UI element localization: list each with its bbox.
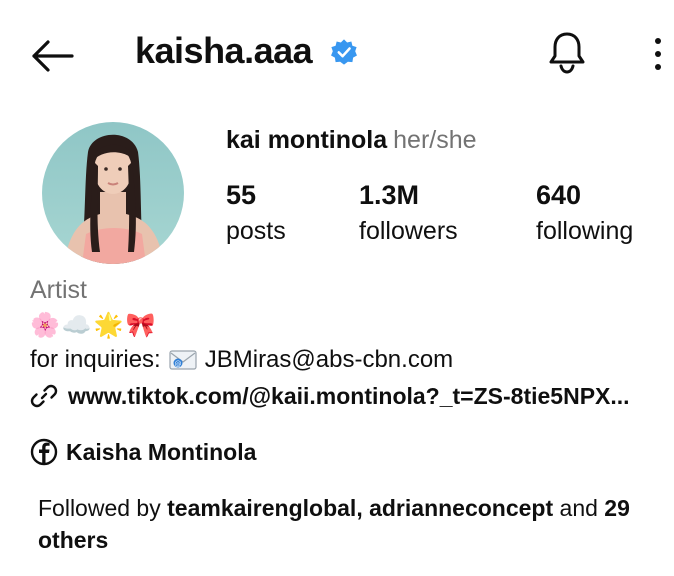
followed-by-line[interactable]: Followed by teamkairenglobal, adrianneco… bbox=[38, 492, 674, 524]
bio-link-text: www.tiktok.com/@kaii.montinola?_t=ZS-8ti… bbox=[68, 382, 630, 409]
full-name-text: kai montinola bbox=[226, 126, 388, 154]
bio-emoji-row: 🌸 ☁️ 🌟 🎀 bbox=[30, 311, 156, 340]
cloud-emoji: ☁️ bbox=[61, 312, 92, 339]
followers-stat[interactable]: 1.3M followers bbox=[359, 178, 458, 250]
link-icon bbox=[30, 384, 58, 408]
profile-full-name: kai montinola her/she bbox=[226, 126, 477, 155]
inquiry-prefix: for inquiries: bbox=[30, 346, 161, 373]
followed-by-count: 29 bbox=[604, 495, 630, 521]
facebook-icon bbox=[30, 438, 58, 466]
pronouns-text: her/she bbox=[393, 126, 477, 154]
envelope-icon: @ bbox=[169, 350, 197, 370]
cherry-blossom-emoji: 🌸 bbox=[30, 312, 60, 339]
ribbon-emoji: 🎀 bbox=[125, 312, 156, 339]
following-count: 640 bbox=[536, 180, 582, 210]
posts-count: 55 bbox=[226, 180, 257, 210]
more-vertical-icon bbox=[655, 38, 661, 70]
facebook-name: Kaisha Montinola bbox=[66, 438, 257, 465]
posts-label: posts bbox=[226, 217, 286, 245]
profile-category: Artist bbox=[30, 276, 87, 304]
arrow-left-icon bbox=[32, 40, 74, 72]
profile-avatar[interactable] bbox=[42, 122, 184, 264]
follower-name-1: teamkairenglobal bbox=[167, 495, 357, 521]
followed-by-others[interactable]: others bbox=[38, 524, 108, 556]
following-label: following bbox=[536, 217, 634, 245]
followers-label: followers bbox=[359, 217, 458, 245]
followers-count: 1.3M bbox=[359, 180, 420, 210]
notifications-button[interactable] bbox=[548, 30, 586, 74]
follower-name-2: adrianneconcept bbox=[369, 495, 554, 521]
followed-by-prefix: Followed by bbox=[38, 495, 168, 521]
more-options-button[interactable] bbox=[648, 36, 668, 72]
followed-by-and: and bbox=[553, 495, 605, 521]
back-button[interactable] bbox=[28, 36, 76, 76]
verified-badge-icon bbox=[331, 39, 357, 65]
inquiry-email[interactable]: JBMiras@abs-cbn.com bbox=[205, 346, 453, 374]
bell-icon bbox=[549, 32, 585, 74]
bio-inquiry-line: for inquiries: @ JBMiras@abs-cbn.com bbox=[30, 346, 453, 374]
avatar-image bbox=[42, 122, 184, 264]
following-stat[interactable]: 640 following bbox=[536, 178, 633, 250]
star-emoji: 🌟 bbox=[93, 312, 124, 339]
svg-text:@: @ bbox=[174, 360, 181, 368]
posts-stat[interactable]: 55 posts bbox=[226, 178, 286, 250]
facebook-profile-link[interactable]: Kaisha Montinola bbox=[30, 438, 256, 466]
profile-username: kaisha.aaa bbox=[135, 30, 313, 71]
bio-link[interactable]: www.tiktok.com/@kaii.montinola?_t=ZS-8ti… bbox=[30, 382, 674, 410]
followed-by-separator: , bbox=[356, 495, 370, 521]
